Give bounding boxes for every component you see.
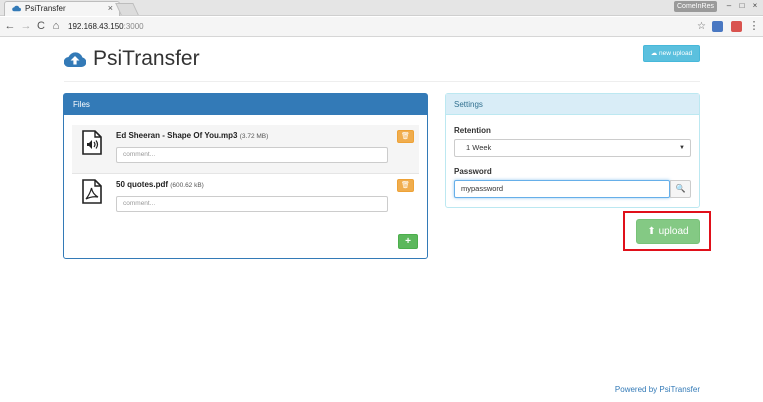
address-bar[interactable]: 192.168.43.150:3000 ☆ [68,20,706,34]
close-window-icon[interactable]: × [750,0,760,11]
cloud-upload-icon [64,52,86,68]
page-title: PsiTransfer [93,47,200,70]
file-row: Ed Sheeran - Shape Of You.mp3 (3.72 MB) … [72,125,419,173]
bookmark-star-icon[interactable]: ☆ [697,20,706,34]
password-input[interactable]: mypassword [454,180,670,198]
comment-input[interactable]: comment... [116,196,388,212]
files-panel-title: Files [64,94,427,115]
browser-tab[interactable]: PsiTransfer × [4,1,120,16]
reload-icon[interactable]: C [34,19,48,33]
cloud-upload-favicon-icon [12,5,21,12]
upload-label: upload [658,226,689,237]
new-upload-button[interactable]: ☁ new upload [643,45,700,62]
extension-icon[interactable] [731,21,742,32]
url-host: 192.168.43.150 [68,22,124,31]
delete-file-button[interactable]: 🗑 [397,130,414,143]
upload-button[interactable]: ⬆ upload [636,219,700,244]
password-generate-button[interactable]: 🔍 [670,180,691,198]
password-label: Password [454,167,492,176]
tab-close-icon[interactable]: × [108,2,113,15]
browser-toolbar: ← → C ⌂ 192.168.43.150:3000 ☆ ⋮ [0,17,763,37]
back-icon[interactable]: ← [3,19,17,33]
url-port: :3000 [123,22,144,31]
chevron-down-icon: ▼ [679,145,685,151]
file-name: Ed Sheeran - Shape Of You.mp3 (3.72 MB) [116,131,269,140]
settings-panel-title: Settings [446,94,699,115]
cloud-upload-small-icon: ☁ [650,50,660,57]
translate-extension-icon[interactable] [712,21,723,32]
browser-tab-title: PsiTransfer [25,4,66,13]
file-size: (600.62 kB) [170,182,204,189]
header-divider [64,81,700,82]
comment-input[interactable]: comment... [116,147,388,163]
new-upload-label: new upload [659,50,693,57]
retention-value: 1 Week [466,143,492,152]
trash-icon: 🗑 [401,182,410,189]
audio-file-icon [82,130,102,155]
maximize-icon[interactable]: □ [737,0,747,11]
brand: PsiTransfer [64,46,200,72]
file-row: 50 quotes.pdf (600.62 kB) comment... 🗑 [72,173,419,221]
retention-select[interactable]: 1 Week ▼ [454,139,691,157]
files-panel: Files Ed Sheeran - Shape Of You.mp3 (3.7… [63,93,428,259]
add-files-button[interactable]: + [398,234,418,249]
browser-menu-icon[interactable]: ⋮ [747,19,761,33]
home-icon[interactable]: ⌂ [49,19,63,33]
settings-panel: Settings Retention 1 Week ▼ Password myp… [445,93,700,208]
minimize-icon[interactable]: – [724,0,734,11]
upload-icon: ⬆ [647,226,656,237]
pdf-file-icon [82,179,102,204]
browser-tab-bar: PsiTransfer × ComeInRes – □ × [0,0,763,16]
delete-file-button[interactable]: 🗑 [397,179,414,192]
footer-link[interactable]: Powered by PsiTransfer [600,385,700,394]
file-size: (3.72 MB) [239,133,269,140]
retention-label: Retention [454,126,491,135]
file-name: 50 quotes.pdf (600.62 kB) [116,180,204,189]
key-icon: 🔍 [675,184,686,193]
profile-button[interactable]: ComeInRes [674,1,717,12]
plus-icon: + [405,236,411,247]
forward-icon[interactable]: → [19,19,33,33]
trash-icon: 🗑 [401,133,410,140]
